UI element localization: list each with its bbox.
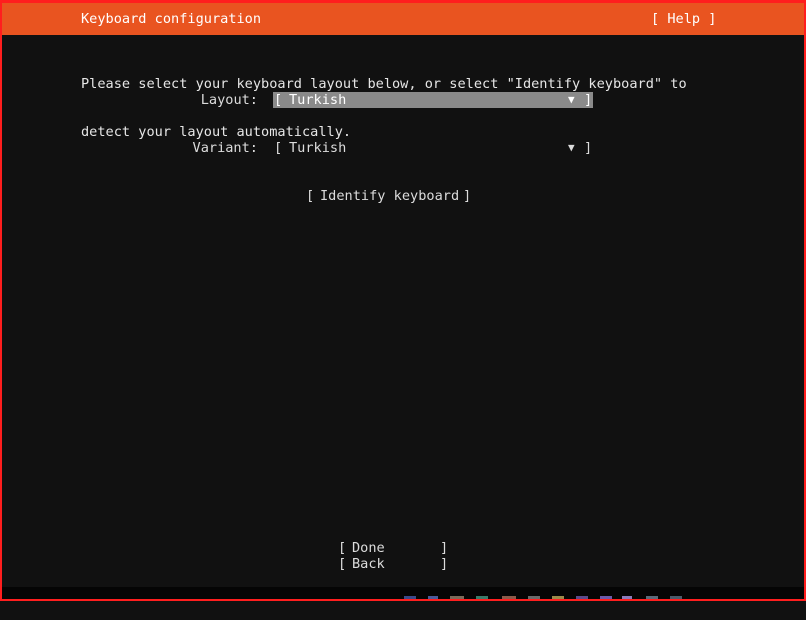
- done-button[interactable]: [ Done ]: [338, 540, 450, 556]
- identify-bracket-close: ]: [463, 188, 472, 204]
- layout-select-bracket-open: [: [274, 92, 283, 108]
- taskbar-app-icon: [476, 596, 488, 599]
- instructions-line-2: detect your layout automatically.: [81, 124, 352, 140]
- taskbar-app-icon: [404, 596, 416, 599]
- identify-keyboard-label: Identify keyboard: [320, 188, 460, 204]
- title-bar: Keyboard configuration [ Help ]: [2, 3, 804, 35]
- variant-select-bracket-open: [: [274, 140, 283, 156]
- taskbar-app-icon: [528, 596, 540, 599]
- layout-select-bracket-close: ]: [584, 92, 593, 108]
- variant-select[interactable]: [ Turkish ▼ ]: [273, 140, 593, 156]
- taskbar-app-icon: [502, 596, 516, 599]
- back-bracket-close: ]: [440, 556, 449, 572]
- back-bracket-open: [: [338, 556, 347, 572]
- taskbar-app-icon: [670, 596, 682, 599]
- variant-select-bracket-close: ]: [584, 140, 593, 156]
- back-button[interactable]: [ Back ]: [338, 556, 450, 572]
- taskbar-strip: [2, 587, 804, 599]
- taskbar-app-icon: [646, 596, 658, 599]
- layout-select[interactable]: [ Turkish ▼ ]: [273, 92, 593, 108]
- variant-select-value: Turkish: [289, 140, 347, 156]
- identify-keyboard-button[interactable]: [ Identify keyboard ]: [306, 188, 474, 204]
- done-bracket-close: ]: [440, 540, 449, 556]
- layout-select-value: Turkish: [289, 92, 347, 108]
- taskbar-app-icon: [450, 596, 464, 599]
- back-label: Back: [352, 556, 385, 572]
- variant-label: Variant:: [192, 140, 258, 156]
- help-button[interactable]: [ Help ]: [651, 11, 716, 27]
- layout-label: Layout:: [200, 92, 258, 108]
- taskbar-app-icon: [576, 596, 588, 599]
- taskbar-app-icon: [428, 596, 438, 599]
- taskbar-app-icon: [600, 596, 612, 599]
- taskbar-app-icon: [622, 596, 632, 599]
- done-bracket-open: [: [338, 540, 347, 556]
- instructions-line-1: Please select your keyboard layout below…: [81, 76, 687, 92]
- page-title: Keyboard configuration: [81, 11, 262, 27]
- taskbar-app-icon: [552, 596, 564, 599]
- done-label: Done: [352, 540, 385, 556]
- identify-bracket-open: [: [306, 188, 315, 204]
- chevron-down-icon: ▼: [568, 141, 575, 154]
- chevron-down-icon: ▼: [568, 93, 575, 106]
